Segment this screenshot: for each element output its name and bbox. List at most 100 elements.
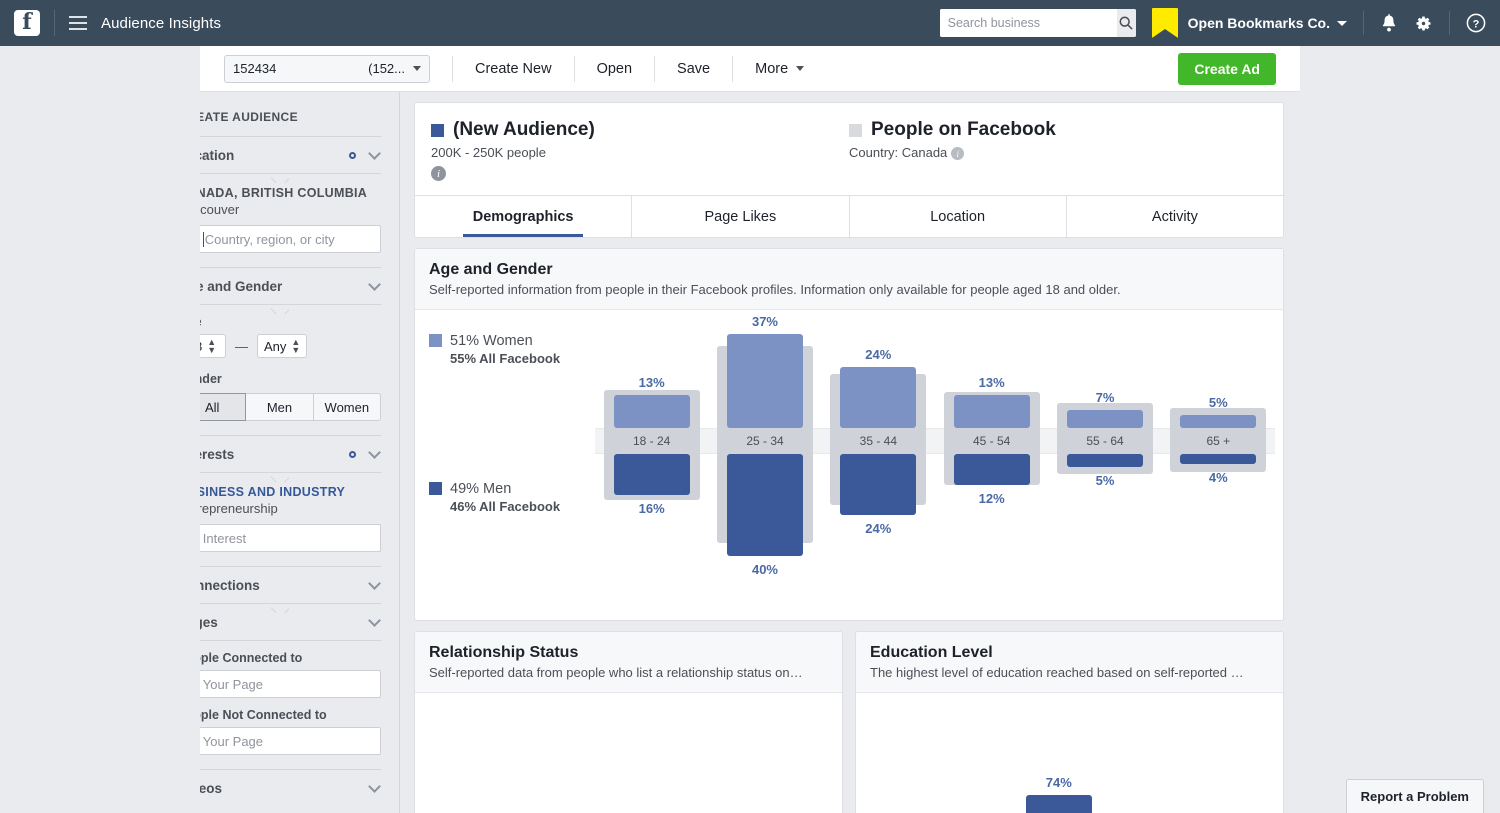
chevron-down-icon[interactable] [368, 779, 381, 793]
search-business-box[interactable] [939, 9, 1136, 37]
men-value-label-1: 40% [751, 562, 778, 577]
people-connected-placeholder: Your Page [202, 676, 264, 692]
age-gender-chart-description: Self-reported information from people in… [429, 282, 1121, 297]
active-filter-dot-icon [349, 151, 356, 159]
report-a-problem-button[interactable]: Report a Problem [1345, 779, 1484, 813]
age-max-stepper[interactable]: Any ▲ ▼ [257, 334, 308, 358]
gender-option-men[interactable]: Men [245, 393, 314, 421]
search-input[interactable] [939, 9, 1117, 37]
age-group-35-44[interactable]: 24% 24% 35 - 44 [822, 310, 935, 620]
people-connected-input[interactable]: + Your Page [200, 670, 381, 698]
sidebar-section-connections-header[interactable]: Connections [200, 567, 381, 603]
create-ad-button[interactable]: Create Ad [1178, 52, 1276, 85]
education-card-header: Education Level The highest level of edu… [856, 632, 1283, 693]
save-button[interactable]: Save [655, 46, 732, 92]
sidebar-section-videos[interactable]: Videos [200, 769, 381, 806]
age-axis-label-3: 45 - 54 [972, 434, 1011, 448]
audience-summary-card: (New Audience) 200K - 250K people i Peop… [414, 102, 1284, 238]
audience-summary-right: People on Facebook Country: Canada i [849, 119, 1267, 181]
business-switcher[interactable]: Open Bookmarks Co. [1151, 8, 1347, 38]
info-icon[interactable]: i [431, 166, 446, 181]
men-value-label-0: 16% [638, 500, 665, 516]
page-container: 152434 (152... Create New Open Save More… [0, 46, 1500, 813]
content-wrapper: 152434 (152... Create New Open Save More… [200, 46, 1300, 813]
tab-activity[interactable]: Activity [1065, 196, 1283, 237]
gear-icon[interactable] [1414, 14, 1433, 33]
chevron-down-icon[interactable] [368, 277, 381, 291]
audience-heading: (New Audience) [431, 119, 849, 141]
people-not-connected-input[interactable]: + Your Page [200, 727, 381, 755]
info-icon[interactable]: i [951, 147, 965, 161]
nav-divider-2 [1363, 11, 1364, 35]
sidebar-section-interests[interactable]: Interests [200, 435, 381, 472]
facebook-logo-icon[interactable]: f [14, 10, 40, 36]
business-name: Open Bookmarks Co. [1187, 15, 1330, 31]
menu-icon[interactable] [69, 16, 87, 30]
gender-option-all[interactable]: All [200, 393, 247, 421]
more-button[interactable]: More [733, 46, 826, 92]
age-range-dash: — [235, 338, 248, 354]
value-bar-1[interactable] [1025, 795, 1092, 813]
age-group-18-24[interactable]: 13% 16% 18 - 24 [595, 310, 708, 620]
men-value-label-4: 5% [1095, 472, 1115, 488]
sidebar-section-age-gender[interactable]: Age and Gender [200, 267, 381, 304]
women-bar-1 [726, 333, 803, 428]
sidebar-section-location[interactable]: Location [200, 136, 381, 173]
legend-men: 49% Men 46% All Facebook [429, 480, 560, 516]
age-group-65[interactable]: 5% 4% 65 + [1162, 310, 1275, 620]
sidebar-section-location-label: Location [200, 147, 235, 163]
create-audience-sidebar: CREATE AUDIENCE Location CANADA, BRITISH… [200, 92, 400, 813]
sidebar-section-pages-header[interactable]: Pages [200, 604, 381, 640]
chevron-down-icon[interactable] [1337, 20, 1347, 26]
chevron-down-icon[interactable] [368, 613, 381, 627]
women-color-swatch [429, 334, 442, 347]
women-value-label-5: 5% [1208, 395, 1228, 411]
sidebar-section-interests-header[interactable]: Interests [200, 436, 381, 472]
age-range-row: 18 ▲▼ — Any ▲▼ [200, 334, 381, 362]
sidebar-section-videos-header[interactable]: Videos [200, 770, 381, 806]
women-value-label-0: 13% [638, 374, 665, 390]
compare-country-label: Country: Canada [849, 145, 948, 160]
tab-location[interactable]: Location [848, 196, 1066, 237]
sidebar-section-videos-label: Videos [200, 780, 223, 796]
svg-text:?: ? [1473, 18, 1480, 30]
education-card-description: The highest level of education reached b… [870, 665, 1244, 680]
relationship-chart-plot: 37%17%44% [415, 693, 842, 813]
gender-option-women[interactable]: Women [312, 393, 381, 421]
age-group-25-34[interactable]: 37% 40% 25 - 34 [708, 310, 821, 620]
chevron-down-icon[interactable] [368, 146, 381, 160]
open-button[interactable]: Open [575, 46, 654, 92]
sidebar-section-location-header[interactable]: Location [200, 137, 381, 173]
age-axis-label-0: 18 - 24 [632, 434, 671, 448]
interest-category[interactable]: BUSINESS AND INDUSTRY [200, 473, 381, 501]
search-icon[interactable] [1116, 9, 1136, 37]
chevron-down-icon[interactable] [413, 66, 421, 71]
location-region: CANADA, BRITISH COLUMBIA [200, 186, 368, 200]
chevron-down-icon[interactable] [368, 445, 381, 459]
chevron-down-icon[interactable] [796, 66, 805, 71]
age-max-value: Any [264, 338, 287, 354]
age-min-stepper[interactable]: 18 ▲▼ [200, 334, 226, 358]
age-label: Age [200, 305, 381, 334]
sidebar-section-age-gender-header[interactable]: Age and Gender [200, 268, 381, 304]
create-new-button[interactable]: Create New [453, 46, 574, 92]
bell-icon[interactable] [1380, 13, 1398, 33]
location-input[interactable]: + Country, region, or city [200, 225, 381, 253]
sidebar-section-connections[interactable]: Connections [200, 566, 381, 603]
legend-women: 51% Women 55% All Facebook [429, 332, 560, 368]
sidebar-inner: CREATE AUDIENCE Location CANADA, BRITISH… [200, 92, 399, 806]
sidebar-title: CREATE AUDIENCE [200, 110, 299, 124]
tab-demographics[interactable]: Demographics [415, 196, 631, 237]
chevron-down-icon[interactable] [368, 576, 381, 590]
women-value-label-2: 24% [865, 346, 892, 362]
sidebar-section-pages[interactable]: Pages [200, 603, 381, 640]
help-icon[interactable]: ? [1466, 13, 1486, 33]
age-group-45-54[interactable]: 13% 12% 45 - 54 [935, 310, 1048, 620]
sidebar-section-age-gender-label: Age and Gender [200, 278, 283, 294]
interest-input[interactable]: + Interest [200, 524, 381, 552]
location-city: Vancouver [200, 202, 240, 217]
age-group-55-64[interactable]: 7% 5% 55 - 64 [1048, 310, 1161, 620]
tab-page-likes[interactable]: Page Likes [631, 196, 848, 237]
audience-select-dropdown[interactable]: 152434 (152... [224, 54, 430, 83]
women-bar-2 [840, 366, 917, 428]
